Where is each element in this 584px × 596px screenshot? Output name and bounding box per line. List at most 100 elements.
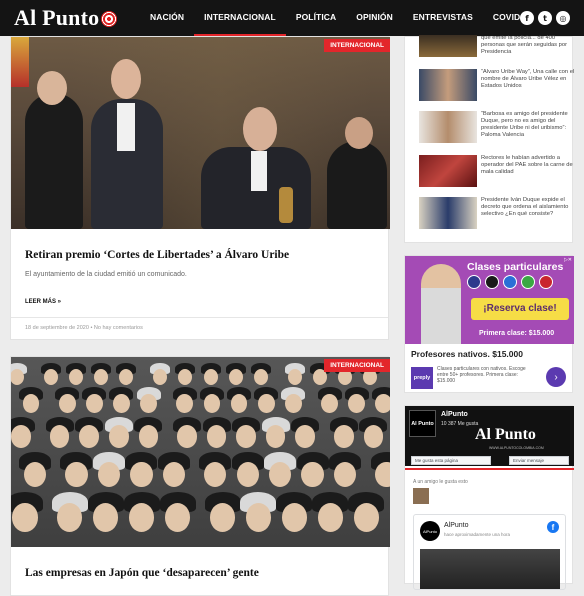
recent-post-title[interactable]: que emite la policía... de 400 personas … [481,35,575,56]
crowd-person-face [363,425,384,448]
recent-post-title[interactable]: “Alvaro Uribe Way”, Una calle con el nom… [481,69,575,90]
ad-cta-button[interactable]: ¡Reserva clase! [471,298,569,320]
ad-choices-icon[interactable]: ▷✕ [564,257,572,263]
nav-item-nacion[interactable]: NACIÓN [140,0,194,36]
person-head [243,107,277,151]
recent-post-thumbnail[interactable] [419,69,477,101]
post-time[interactable]: hace aproximadamente una hora [444,532,510,537]
crowd-person-face [209,502,236,532]
crowd-person-face [176,394,194,414]
crowd-person-face [230,394,248,414]
crowd-person-face [23,461,47,488]
crowd-person-face [295,425,316,448]
ad-banner-title: Clases particulares [467,261,564,273]
chevron-right-icon[interactable]: › [546,367,566,387]
recent-post-item[interactable]: “Barbosa es amigo del presidente Duque, … [419,111,573,147]
flag-icon [485,275,499,289]
page-name[interactable]: AlPunto [441,411,468,418]
page-likes: 10 387 Me gusta [441,421,479,427]
ad-person-photo [421,264,461,344]
recent-post-title[interactable]: Rectores le habían advertido a operador … [481,155,575,176]
instagram-icon[interactable]: ◎ [556,11,570,25]
post-image[interactable] [420,549,560,589]
article-card: INTERNACIONAL Retiran premio ‘Cortes de … [10,36,390,340]
article-image[interactable]: INTERNACIONAL [11,37,390,229]
nav-item-politica[interactable]: POLÍTICA [286,0,346,36]
recent-post-thumbnail[interactable] [419,35,477,57]
article-excerpt: El ayuntamiento de la ciudad emitió un c… [25,271,187,278]
crowd-person-face [153,369,168,385]
flag-icon [467,275,481,289]
nav-item-entrevistas[interactable]: ENTREVISTAS [403,0,483,36]
facebook-logo-icon[interactable]: f [547,521,559,533]
crowd-person-face [130,461,153,488]
crowd-person-face [85,394,103,414]
crowd-person-face [58,394,76,414]
crowd-person-face [317,502,343,532]
facebook-cover[interactable]: Al Punto AlPunto 10 387 Me gusta Al Punt… [405,406,574,466]
crowd-person-face [353,502,379,532]
send-message-button[interactable]: Enviar mensaje [509,456,569,465]
like-page-button[interactable]: Me gusta esta página [411,456,491,465]
article-title[interactable]: Las empresas en Japón que ‘desaparecen’ … [25,567,259,579]
crowd-person-face [57,502,83,532]
site-logo[interactable]: Al Punto [14,4,118,32]
recent-post-thumbnail[interactable] [419,197,477,229]
friend-avatar[interactable] [413,488,429,504]
crowd-person-face [321,394,338,414]
crowd-person-face [22,394,40,414]
twitter-icon[interactable]: t [538,11,552,25]
cover-url: WWW.ALPUNTOCOLOMBIA.COM [489,446,544,450]
crowd-person-face [228,369,243,385]
facebook-icon[interactable]: f [520,11,534,25]
ad-title[interactable]: Profesores nativos. $15.000 [411,349,523,359]
article-image[interactable]: INTERNACIONAL [11,357,390,547]
crowd-person-face [375,461,390,488]
article-comments[interactable]: No hay comentarios [94,325,143,331]
recent-post-item[interactable]: que emite la policía... de 400 personas … [419,35,573,71]
crowd-person-face [287,369,302,385]
crowd-person-face [206,425,227,448]
trophy-shape [279,187,293,223]
recent-post-thumbnail[interactable] [419,155,477,187]
crowd-person-face [301,461,324,488]
flag-icon [539,275,553,289]
person-head [111,59,141,99]
crowd-person-face [284,394,302,414]
advertisement[interactable]: Clases particulares ¡Reserva clase! Prim… [404,255,574,393]
crowd-person-face [333,461,357,488]
crowd-person-face [281,502,307,532]
recent-post-title[interactable]: Presidente Iván Duque expide el decreto … [481,197,575,218]
nav-item-internacional[interactable]: INTERNACIONAL [194,0,286,36]
crowd-person-face [140,394,157,414]
post-avatar[interactable]: AlPunto [420,521,440,541]
facebook-page-widget: Al Punto AlPunto 10 387 Me gusta Al Punt… [404,405,574,590]
crowd-person-face [97,461,121,488]
article-meta: 18 de septiembre de 2020 • No hay coment… [25,325,143,331]
crowd-person-face [162,461,185,488]
crowd-person-face [203,369,218,385]
article-title[interactable]: Retiran premio ‘Cortes de Libertades’ a … [25,249,289,261]
crowd-person-face [65,461,88,488]
read-more-link[interactable]: LEER MÁS » [25,299,61,305]
recent-post-thumbnail[interactable] [419,111,477,143]
recent-post-item[interactable]: Rectores le habían advertido a operador … [419,155,573,191]
crowd-person-face [265,425,286,448]
recent-post-item[interactable]: Presidente Iván Duque expide el decreto … [419,197,573,233]
social-links: f t ◎ [520,11,570,25]
crowd-person-face [348,394,366,414]
crowd-person-face [79,425,99,448]
recent-post-item[interactable]: “Alvaro Uribe Way”, Una calle con el nom… [419,69,575,105]
crowd-person-face [119,369,134,385]
top-navigation-bar: Al Punto NACIÓN INTERNACIONAL POLÍTICA O… [0,0,584,36]
page-avatar[interactable]: Al Punto [409,410,436,437]
category-badge[interactable]: INTERNACIONAL [324,359,390,372]
crowd-person-face [93,502,119,532]
ad-banner[interactable]: Clases particulares ¡Reserva clase! Prim… [405,256,574,344]
post-author[interactable]: AlPunto [444,522,469,529]
recent-post-title[interactable]: “Barbosa es amigo del presidente Duque, … [481,111,575,139]
nav-item-opinion[interactable]: OPINIÓN [346,0,403,36]
crowd-person-face [334,425,354,448]
category-badge[interactable]: INTERNACIONAL [324,39,390,52]
crowd-person-face [268,461,292,488]
